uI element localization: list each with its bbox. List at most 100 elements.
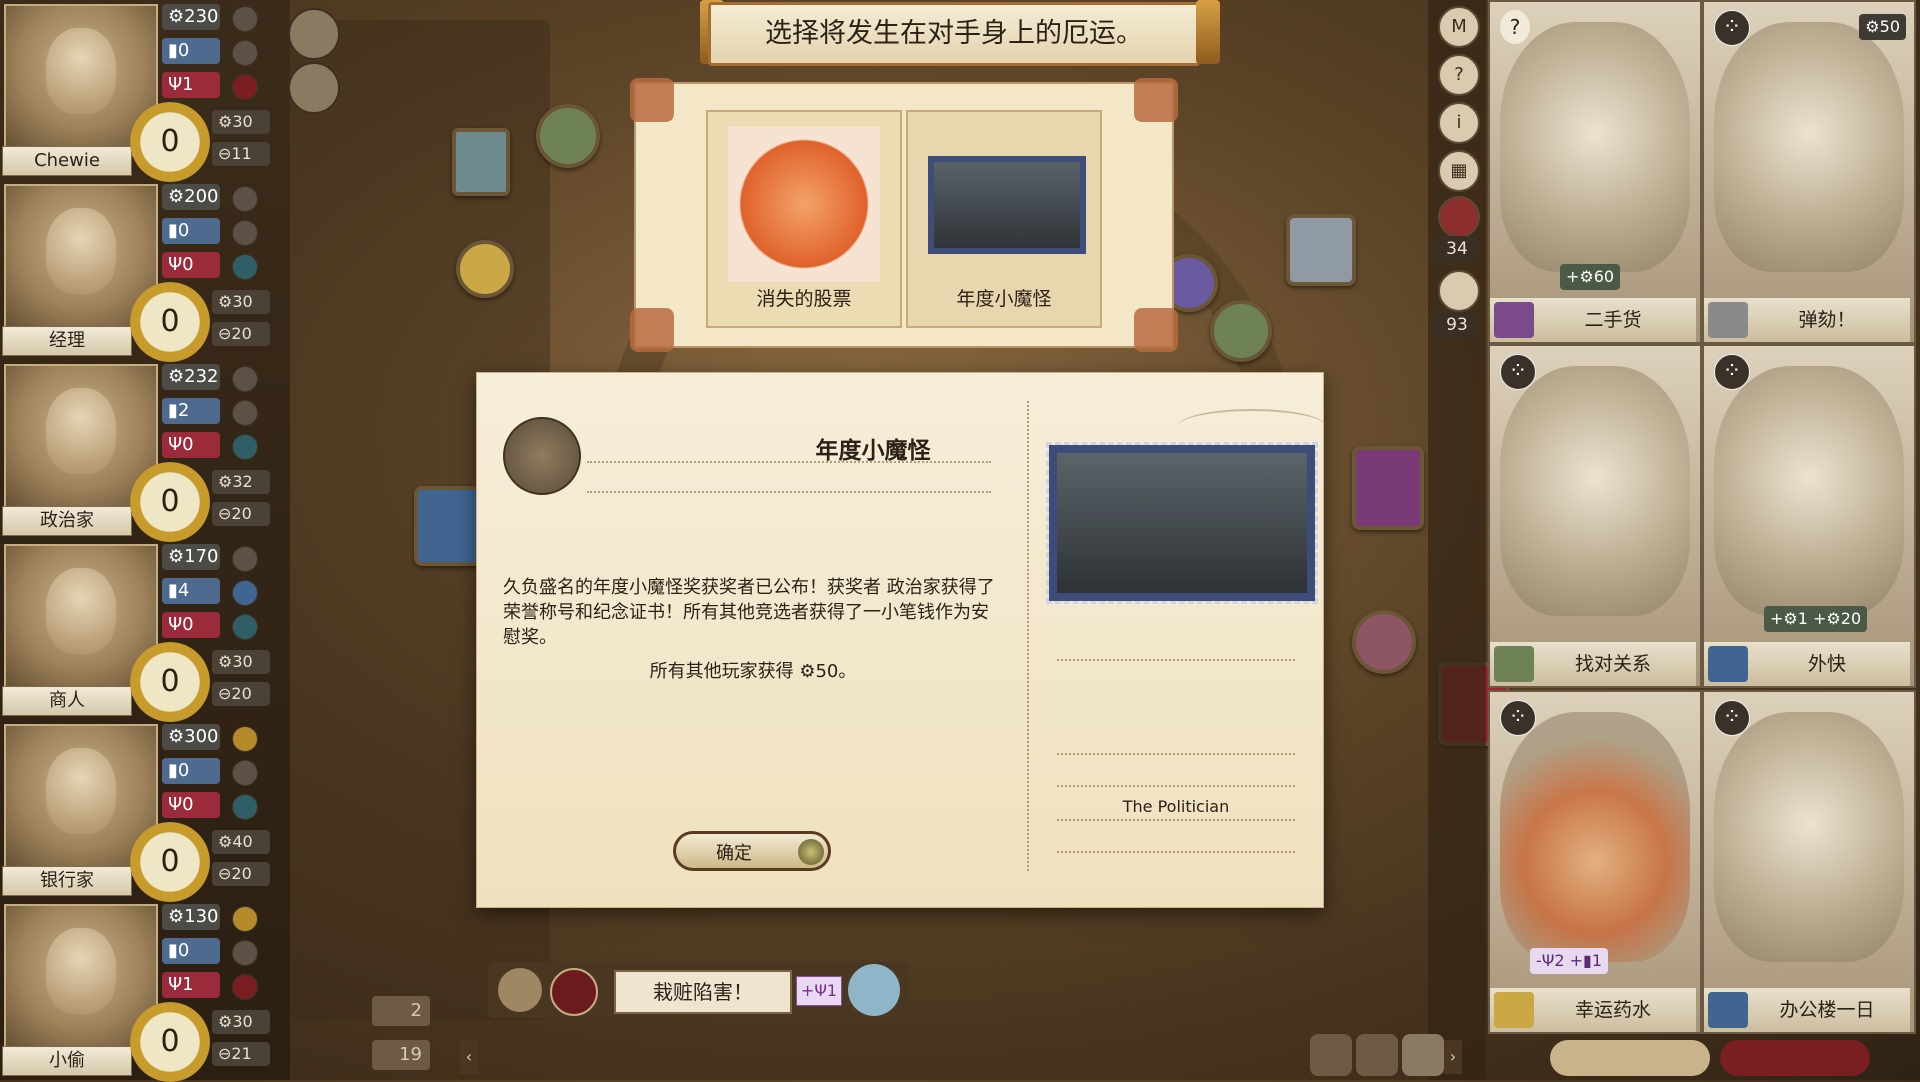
token-icon [1494,302,1534,338]
trident-icon [232,794,258,820]
board-node-roulette[interactable] [1352,446,1424,530]
player-name: 小偷 [2,1046,132,1076]
address-line [1057,819,1295,821]
board-node-house[interactable] [452,128,510,196]
player-red-stat: Ψ1 [162,972,220,998]
fate-choice-panel: 消失的股票 年度小魔怪 [630,78,1178,352]
score-gear: 0 [130,822,210,902]
card-cost: ⚙50 [1859,14,1906,40]
player-card[interactable]: 小偷 ⚙130 ▮0 Ψ1 0 ⚙30 ⊖21 [0,900,290,1082]
tower-icon [232,940,258,966]
card-art [1714,366,1904,616]
action-card[interactable]: 栽赃陷害！ [614,970,792,1014]
skull-icon [550,968,598,1016]
player-income: ⚙30 [212,650,270,674]
player-expense: ⊖20 [212,502,270,526]
board-node-hand[interactable] [414,486,484,566]
card-art [1714,22,1904,272]
info-button[interactable]: i [1438,102,1480,144]
trident-icon [232,74,258,100]
player-income: ⚙30 [212,110,270,134]
player-card[interactable]: 政治家 ⚙232 ▮2 Ψ0 0 ⚙32 ⊖20 [0,360,290,542]
player-expense: ⊖21 [212,1042,270,1066]
card-lucky-potion[interactable]: ⁘ -Ψ2 +▮1 幸运药水 [1488,690,1702,1034]
player-card[interactable]: 商人 ⚙170 ▮4 Ψ0 0 ⚙30 ⊖20 [0,540,290,722]
ornament-corner [1134,78,1178,122]
player-red-stat: Ψ0 [162,252,220,278]
player-name: 商人 [2,686,132,716]
confirm-button-label: 确定 [716,843,752,864]
score-gear: 0 [130,462,210,542]
card-art [1500,712,1690,962]
card-side-income[interactable]: ⁘ +⚙1 +⚙20 外快 [1702,344,1916,688]
card-name: 找对关系 [1490,642,1696,686]
fate-card-missing-stock[interactable]: 消失的股票 [706,110,902,328]
score-gear: 0 [130,642,210,722]
alert-icon[interactable] [1438,196,1480,238]
chevron-right-icon[interactable]: › [1444,1040,1462,1074]
player-income: ⚙30 [212,290,270,314]
hand-cards-button[interactable] [1550,1040,1710,1076]
board-node-club[interactable] [1352,610,1416,674]
board-node-money[interactable] [536,104,600,168]
player-card[interactable]: 银行家 ⚙300 ▮0 Ψ0 0 ⚙40 ⊖20 [0,720,290,902]
hand-icon [1708,646,1748,682]
card-connections[interactable]: ⁘ 找对关系 [1488,344,1702,688]
money-button[interactable] [1356,1034,1398,1076]
counter-bottom: 19 [372,1040,430,1070]
card-stack-icon[interactable] [1438,270,1480,312]
money-icon [1494,646,1534,682]
trident-icon [232,254,258,280]
trident-icon [232,434,258,460]
player-name: Chewie [2,146,132,176]
dice-icon: ⁘ [1714,700,1750,736]
recipient-name: The Politician [1122,797,1230,816]
address-line [1057,851,1295,853]
chat-button[interactable] [288,62,340,114]
confirm-button[interactable]: 确定 [673,831,831,871]
event-postcard: 年度小魔怪 久负盛名的年度小魔怪奖获奖者已公布！获奖者 政治家获得了荣誉称号和纪… [476,372,1327,908]
player-blue-stat: ▮0 [162,938,220,964]
fate-card-label: 消失的股票 [756,288,852,310]
skull-seal-icon [503,417,581,495]
dice-button[interactable] [1310,1034,1352,1076]
avatar [498,968,542,1012]
safe-stamp-icon [728,126,880,282]
fate-card-goblin-of-year[interactable]: 年度小魔怪 [906,110,1102,328]
card-office-day[interactable]: ⁘ 办公楼一日 [1702,690,1916,1034]
card-reward: -Ψ2 +▮1 [1530,948,1609,974]
card-name: 二手货 [1490,298,1696,342]
dice-icon: ⁘ [1714,354,1750,390]
board-node-money-right[interactable] [1210,300,1272,362]
map-button[interactable]: M [1438,6,1480,48]
board-node-gold[interactable] [456,240,514,298]
hand-icon [232,580,258,606]
card-secondhand[interactable]: ? +⚙60 二手货 [1488,0,1702,344]
chevron-left-icon[interactable]: ‹ [460,1040,478,1074]
player-expense: ⊖20 [212,862,270,886]
goblin-face-button[interactable] [288,8,340,60]
skull-icon [1708,302,1748,338]
dice-icon: ⁘ [1500,700,1536,736]
postcard-divider [1027,401,1030,871]
grid-button[interactable]: ▦ [1438,150,1480,192]
end-turn-button[interactable] [1720,1040,1870,1076]
player-income: ⚙30 [212,1010,270,1034]
deck-count: 34 [1436,236,1478,262]
coin-icon [232,186,258,212]
player-red-stat: Ψ0 [162,612,220,638]
title-underline [587,491,991,493]
card-button[interactable] [1402,1034,1444,1076]
question-icon: ? [1500,10,1530,44]
side-toolbar: M ? i ▦ 34 93 [1428,0,1486,1080]
board-node-skull-house[interactable] [1286,214,1356,286]
card-impeach[interactable]: ⁘ ⚙50 弹劾！ [1702,0,1916,344]
action-bar: 栽赃陷害！ +Ψ1 [488,962,908,1018]
player-card[interactable]: Chewie ⚙230 ▮0 Ψ1 0 ⚙30 ⊖11 [0,0,290,182]
card-name: 办公楼一日 [1704,988,1910,1032]
help-button[interactable]: ? [1438,54,1480,96]
player-blue-stat: ▮0 [162,38,220,64]
player-card[interactable]: 经理 ⚙200 ▮0 Ψ0 0 ⚙30 ⊖20 [0,180,290,362]
player-blue-stat: ▮4 [162,578,220,604]
player-expense: ⊖20 [212,682,270,706]
